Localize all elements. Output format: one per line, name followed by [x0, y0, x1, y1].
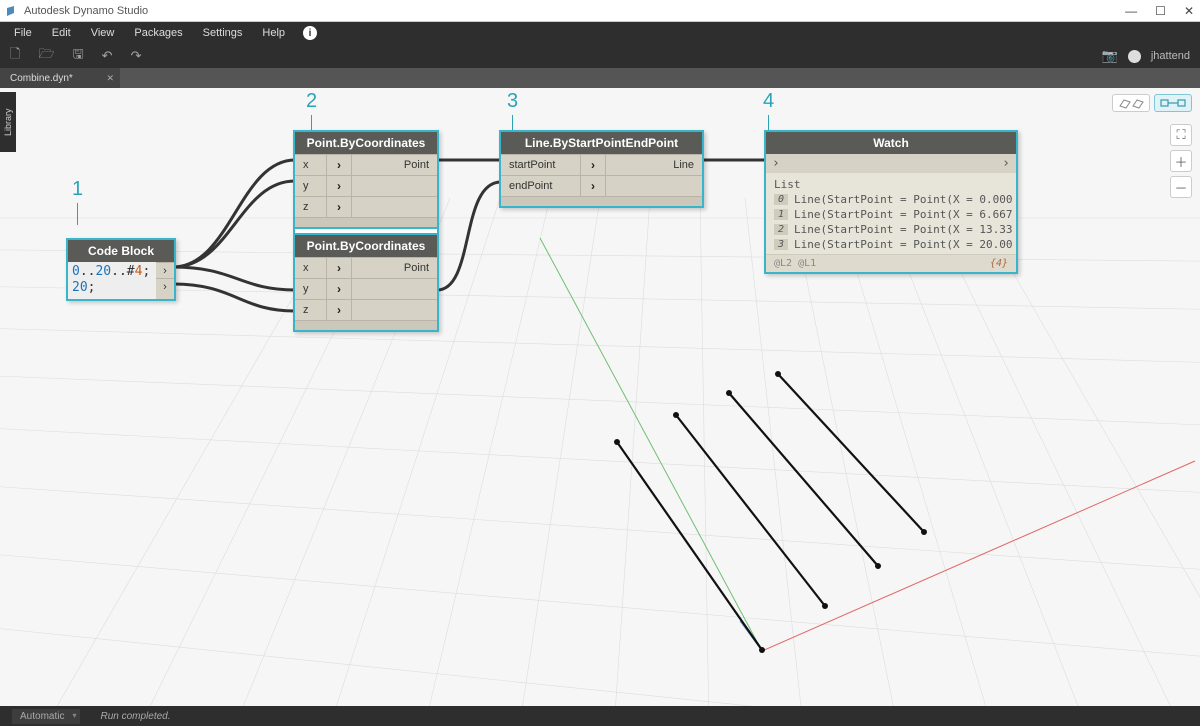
- input-y[interactable]: y: [295, 279, 327, 299]
- status-message: Run completed.: [100, 711, 170, 722]
- watch-row: 2Line(StartPoint = Point(X = 13.33: [774, 222, 1008, 237]
- chevron-right-icon[interactable]: ›: [581, 176, 606, 196]
- input-z[interactable]: z: [295, 300, 327, 320]
- new-file-icon[interactable]: 🗋: [10, 45, 20, 67]
- minimize-button[interactable]: ―: [1125, 4, 1137, 18]
- camera-icon[interactable]: 📷: [1102, 48, 1118, 64]
- view-mode-toolbar: [1112, 94, 1192, 112]
- output-point[interactable]: Point: [352, 155, 437, 175]
- zoom-toolbar: ⛶ ＋ －: [1170, 124, 1192, 198]
- input-z[interactable]: z: [295, 197, 327, 217]
- view-3d-icon[interactable]: [1112, 94, 1150, 112]
- menu-help[interactable]: Help: [252, 27, 295, 39]
- document-tab[interactable]: Combine.dyn* ✕: [0, 68, 120, 88]
- node-header[interactable]: Point.ByCoordinates: [295, 235, 437, 257]
- chevron-right-icon[interactable]: ›: [581, 155, 606, 175]
- output-port-1[interactable]: ›: [156, 262, 174, 278]
- callout-1: 1: [72, 178, 83, 225]
- chevron-right-icon[interactable]: ›: [327, 155, 352, 175]
- node-footer: [295, 320, 437, 330]
- input-endpoint[interactable]: endPoint: [501, 176, 581, 196]
- tab-strip: Combine.dyn* ✕: [0, 68, 1200, 88]
- node-watch[interactable]: Watch › › List 0Line(StartPoint = Point(…: [764, 130, 1018, 274]
- save-file-icon[interactable]: 🖫: [73, 45, 84, 67]
- zoom-in-icon[interactable]: ＋: [1170, 150, 1192, 172]
- output-point[interactable]: Point: [352, 258, 437, 278]
- chevron-right-icon[interactable]: ›: [327, 279, 352, 299]
- input-x[interactable]: x: [295, 155, 327, 175]
- watch-input-port[interactable]: ›: [772, 156, 780, 171]
- watch-output-port[interactable]: ›: [1002, 156, 1010, 171]
- output-line[interactable]: Line: [606, 155, 702, 175]
- view-graph-icon[interactable]: [1154, 94, 1192, 112]
- node-footer: [501, 196, 702, 206]
- library-panel-toggle[interactable]: Library: [0, 92, 16, 152]
- chevron-right-icon[interactable]: ›: [327, 176, 352, 196]
- undo-icon[interactable]: ↶: [102, 48, 113, 64]
- open-file-icon[interactable]: 🗁: [38, 45, 54, 67]
- user-avatar-icon[interactable]: [1128, 50, 1141, 63]
- chevron-right-icon[interactable]: ›: [327, 300, 352, 320]
- code-input[interactable]: 0..20..#4; 20;: [68, 262, 156, 299]
- toolbar: 🗋 🗁 🖫 ↶ ↷ 📷 jhattend: [0, 44, 1200, 68]
- node-header[interactable]: Point.ByCoordinates: [295, 132, 437, 154]
- output-port-2[interactable]: ›: [156, 278, 174, 294]
- node-point-group[interactable]: Point.ByCoordinates x›Point y› z› Point.…: [293, 130, 439, 332]
- input-startpoint[interactable]: startPoint: [501, 155, 581, 175]
- maximize-button[interactable]: ☐: [1155, 4, 1166, 18]
- info-icon[interactable]: i: [303, 26, 317, 40]
- zoom-out-icon[interactable]: －: [1170, 176, 1192, 198]
- window-titlebar: Autodesk Dynamo Studio ― ☐ ✕: [0, 0, 1200, 22]
- run-mode-dropdown[interactable]: Automatic: [12, 709, 80, 724]
- menu-packages[interactable]: Packages: [124, 27, 192, 39]
- node-header[interactable]: Watch: [766, 132, 1016, 154]
- tab-label: Combine.dyn*: [10, 73, 73, 84]
- watch-row: 0Line(StartPoint = Point(X = 0.000: [774, 192, 1008, 207]
- menu-view[interactable]: View: [81, 27, 125, 39]
- input-y[interactable]: y: [295, 176, 327, 196]
- output-ports: › ›: [156, 262, 174, 299]
- node-footer: [295, 217, 437, 227]
- chevron-right-icon[interactable]: ›: [327, 197, 352, 217]
- app-title: Autodesk Dynamo Studio: [24, 5, 148, 17]
- node-code-block[interactable]: Code Block 0..20..#4; 20; › ›: [66, 238, 176, 301]
- node-header[interactable]: Code Block: [68, 240, 174, 262]
- input-x[interactable]: x: [295, 258, 327, 278]
- app-logo-icon: [6, 5, 18, 17]
- watch-list: List 0Line(StartPoint = Point(X = 0.000 …: [766, 173, 1016, 254]
- chevron-right-icon[interactable]: ›: [327, 258, 352, 278]
- status-bar: Automatic Run completed.: [0, 706, 1200, 726]
- watch-count: {4}: [990, 258, 1008, 269]
- menu-settings[interactable]: Settings: [193, 27, 253, 39]
- watch-levels: @L2 @L1: [774, 258, 816, 269]
- node-header[interactable]: Line.ByStartPointEndPoint: [501, 132, 702, 154]
- watch-list-label: List: [774, 177, 1008, 192]
- menu-file[interactable]: File: [4, 27, 42, 39]
- node-line[interactable]: Line.ByStartPointEndPoint startPoint›Lin…: [499, 130, 704, 208]
- watch-row: 1Line(StartPoint = Point(X = 6.667: [774, 207, 1008, 222]
- tab-close-icon[interactable]: ✕: [106, 73, 114, 84]
- menu-bar: File Edit View Packages Settings Help i: [0, 22, 1200, 44]
- workspace[interactable]: Library 1 2 3 4 Code Block 0..20..#4; 20…: [0, 88, 1200, 706]
- watch-row: 3Line(StartPoint = Point(X = 20.00: [774, 237, 1008, 252]
- close-button[interactable]: ✕: [1184, 4, 1194, 18]
- redo-icon[interactable]: ↷: [131, 48, 142, 64]
- user-name[interactable]: jhattend: [1151, 50, 1190, 62]
- fit-view-icon[interactable]: ⛶: [1170, 124, 1192, 146]
- menu-edit[interactable]: Edit: [42, 27, 81, 39]
